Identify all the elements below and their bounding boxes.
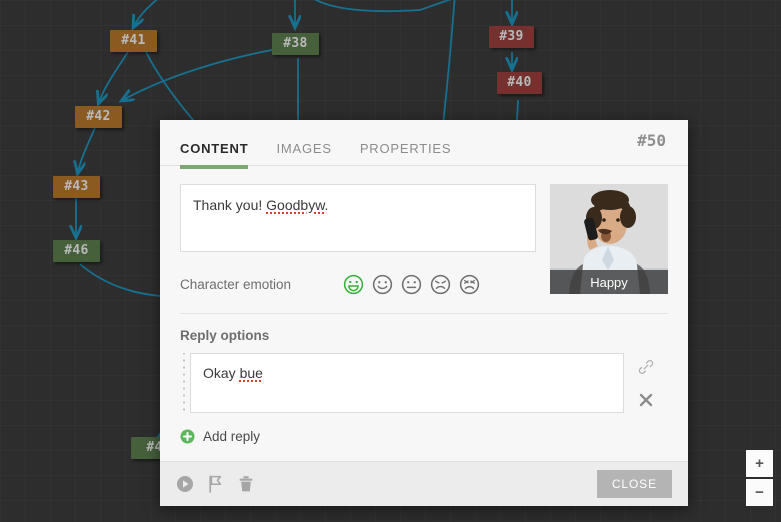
add-reply-button[interactable]: Add reply bbox=[180, 429, 668, 444]
dialog-node-id: #50 bbox=[637, 131, 666, 150]
graph-node[interactable]: #39 bbox=[489, 26, 534, 48]
add-reply-label: Add reply bbox=[203, 429, 261, 444]
footer-icons bbox=[176, 475, 254, 493]
close-button[interactable]: CLOSE bbox=[596, 470, 672, 498]
tab-content[interactable]: CONTENT bbox=[180, 141, 249, 169]
reply-text-input[interactable]: Okay bue bbox=[190, 353, 624, 413]
graph-node[interactable]: #42 bbox=[75, 106, 122, 128]
zoom-in-button[interactable]: + bbox=[746, 450, 773, 479]
emotion-row: Character emotion bbox=[180, 274, 536, 295]
reply-text-misspelled: bue bbox=[239, 365, 263, 381]
graph-node[interactable]: #43 bbox=[53, 176, 100, 198]
content-text-after: . bbox=[324, 197, 329, 213]
content-text-before: Thank you! bbox=[193, 197, 267, 213]
thumbnail-caption: Happy bbox=[550, 270, 668, 294]
content-row: Thank you! Goodbyw. Character emotion Ha… bbox=[180, 184, 668, 295]
remove-reply-icon[interactable] bbox=[639, 393, 653, 407]
trash-icon[interactable] bbox=[238, 475, 254, 493]
content-text-misspelled: Goodbyw bbox=[266, 197, 325, 213]
emotion-label: Character emotion bbox=[180, 277, 292, 292]
dialog-tabs: CONTENT IMAGES PROPERTIES bbox=[180, 120, 452, 169]
content-text-input[interactable]: Thank you! Goodbyw. bbox=[180, 184, 536, 252]
angry-face-icon[interactable] bbox=[459, 274, 480, 295]
zoom-out-button[interactable]: − bbox=[746, 479, 773, 506]
smile-face-icon[interactable] bbox=[372, 274, 393, 295]
graph-node[interactable]: #38 bbox=[272, 33, 319, 55]
dialog-header: CONTENT IMAGES PROPERTIES #50 bbox=[160, 120, 688, 169]
flag-icon[interactable] bbox=[208, 475, 224, 493]
dialog-footer: CLOSE bbox=[160, 461, 688, 506]
reply-drag-handle[interactable] bbox=[180, 353, 190, 413]
play-icon[interactable] bbox=[176, 475, 194, 493]
reply-text-before: Okay bbox=[203, 365, 240, 381]
zoom-controls: + − bbox=[746, 450, 773, 506]
reply-row: Okay bue bbox=[180, 353, 668, 413]
tab-properties[interactable]: PROPERTIES bbox=[360, 141, 452, 165]
graph-node[interactable]: #41 bbox=[110, 30, 157, 52]
grin-face-icon[interactable] bbox=[343, 274, 364, 295]
node-editor-dialog: CONTENT IMAGES PROPERTIES #50 Thank you!… bbox=[160, 120, 688, 506]
graph-node[interactable]: #40 bbox=[497, 72, 542, 94]
section-divider bbox=[180, 313, 668, 314]
reply-actions bbox=[624, 353, 668, 413]
dialog-body: Thank you! Goodbyw. Character emotion Ha… bbox=[160, 166, 688, 461]
emotion-picker bbox=[343, 274, 480, 295]
sad-face-icon[interactable] bbox=[430, 274, 451, 295]
reply-options-title: Reply options bbox=[180, 328, 270, 343]
neutral-face-icon[interactable] bbox=[401, 274, 422, 295]
content-left: Thank you! Goodbyw. Character emotion bbox=[180, 184, 536, 295]
tab-images[interactable]: IMAGES bbox=[276, 141, 331, 165]
character-thumbnail[interactable]: Happy bbox=[550, 184, 668, 294]
graph-node[interactable]: #46 bbox=[53, 240, 100, 262]
plus-circle-icon bbox=[180, 429, 195, 444]
link-icon[interactable] bbox=[638, 359, 654, 375]
